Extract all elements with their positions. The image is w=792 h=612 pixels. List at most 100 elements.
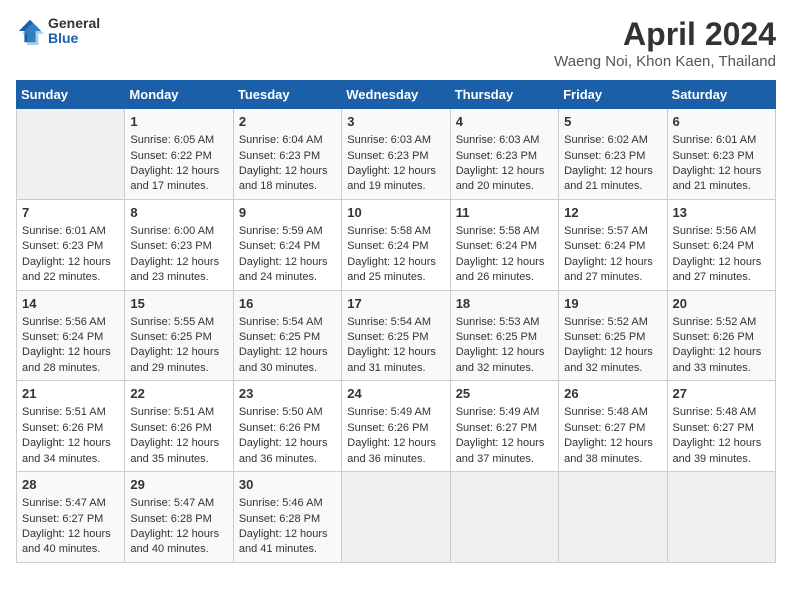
day-info: Daylight: 12 hours xyxy=(130,527,227,542)
day-info: Daylight: 12 hours xyxy=(239,527,336,542)
day-info: Sunrise: 5:53 AM xyxy=(456,315,553,330)
day-info: and 37 minutes. xyxy=(456,452,553,467)
day-number: 2 xyxy=(239,113,336,131)
day-info: Sunrise: 5:48 AM xyxy=(564,405,661,420)
day-number: 10 xyxy=(347,204,444,222)
logo-icon xyxy=(16,17,44,45)
calendar-cell: 2Sunrise: 6:04 AMSunset: 6:23 PMDaylight… xyxy=(233,109,341,200)
day-info: Sunrise: 5:59 AM xyxy=(239,224,336,239)
day-info: and 32 minutes. xyxy=(564,361,661,376)
day-info: Daylight: 12 hours xyxy=(456,164,553,179)
day-info: Sunset: 6:23 PM xyxy=(456,149,553,164)
day-info: Daylight: 12 hours xyxy=(22,255,119,270)
calendar-cell: 14Sunrise: 5:56 AMSunset: 6:24 PMDayligh… xyxy=(17,290,125,381)
logo: General Blue xyxy=(16,16,100,47)
day-info: and 20 minutes. xyxy=(456,179,553,194)
day-info: Sunrise: 6:01 AM xyxy=(22,224,119,239)
day-info: Daylight: 12 hours xyxy=(239,345,336,360)
day-info: Sunset: 6:23 PM xyxy=(239,149,336,164)
week-row-4: 28Sunrise: 5:47 AMSunset: 6:27 PMDayligh… xyxy=(17,472,776,563)
day-number: 17 xyxy=(347,295,444,313)
day-info: Daylight: 12 hours xyxy=(239,164,336,179)
calendar-cell: 21Sunrise: 5:51 AMSunset: 6:26 PMDayligh… xyxy=(17,381,125,472)
calendar-cell: 29Sunrise: 5:47 AMSunset: 6:28 PMDayligh… xyxy=(125,472,233,563)
day-info: Daylight: 12 hours xyxy=(456,436,553,451)
day-info: Sunset: 6:23 PM xyxy=(347,149,444,164)
day-info: and 21 minutes. xyxy=(564,179,661,194)
calendar-cell: 25Sunrise: 5:49 AMSunset: 6:27 PMDayligh… xyxy=(450,381,558,472)
day-info: and 39 minutes. xyxy=(673,452,770,467)
calendar-cell: 6Sunrise: 6:01 AMSunset: 6:23 PMDaylight… xyxy=(667,109,775,200)
day-info: Sunset: 6:24 PM xyxy=(239,239,336,254)
day-info: Daylight: 12 hours xyxy=(564,164,661,179)
day-info: Sunrise: 6:00 AM xyxy=(130,224,227,239)
calendar-cell: 16Sunrise: 5:54 AMSunset: 6:25 PMDayligh… xyxy=(233,290,341,381)
day-info: Sunset: 6:27 PM xyxy=(456,421,553,436)
week-row-2: 14Sunrise: 5:56 AMSunset: 6:24 PMDayligh… xyxy=(17,290,776,381)
day-info: Sunrise: 5:51 AM xyxy=(22,405,119,420)
calendar-cell: 18Sunrise: 5:53 AMSunset: 6:25 PMDayligh… xyxy=(450,290,558,381)
day-info: and 36 minutes. xyxy=(239,452,336,467)
day-info: Sunset: 6:23 PM xyxy=(22,239,119,254)
week-row-1: 7Sunrise: 6:01 AMSunset: 6:23 PMDaylight… xyxy=(17,199,776,290)
header-thursday: Thursday xyxy=(450,81,558,109)
day-info: Sunrise: 5:46 AM xyxy=(239,496,336,511)
day-info: Sunset: 6:26 PM xyxy=(22,421,119,436)
day-number: 4 xyxy=(456,113,553,131)
calendar-cell: 10Sunrise: 5:58 AMSunset: 6:24 PMDayligh… xyxy=(342,199,450,290)
day-info: and 21 minutes. xyxy=(673,179,770,194)
day-info: Sunrise: 5:54 AM xyxy=(239,315,336,330)
day-info: and 36 minutes. xyxy=(347,452,444,467)
day-info: Sunset: 6:28 PM xyxy=(239,512,336,527)
day-info: Sunset: 6:25 PM xyxy=(239,330,336,345)
day-info: and 30 minutes. xyxy=(239,361,336,376)
day-info: Daylight: 12 hours xyxy=(347,345,444,360)
calendar-cell: 7 Sunrise: 6:01 AMSunset: 6:23 PMDaylight… xyxy=(17,199,125,290)
day-info: Sunset: 6:27 PM xyxy=(22,512,119,527)
day-info: and 32 minutes. xyxy=(456,361,553,376)
header-friday: Friday xyxy=(559,81,667,109)
day-info: Sunset: 6:24 PM xyxy=(673,239,770,254)
day-info: Daylight: 12 hours xyxy=(130,255,227,270)
header-saturday: Saturday xyxy=(667,81,775,109)
day-info: and 25 minutes. xyxy=(347,270,444,285)
day-number: 9 xyxy=(239,204,336,222)
day-info: Sunrise: 5:49 AM xyxy=(456,405,553,420)
day-number: 1 xyxy=(130,113,227,131)
day-info: Daylight: 12 hours xyxy=(239,255,336,270)
day-info: and 38 minutes. xyxy=(564,452,661,467)
calendar-cell: 12Sunrise: 5:57 AMSunset: 6:24 PMDayligh… xyxy=(559,199,667,290)
calendar-cell xyxy=(667,472,775,563)
calendar-cell: 1Sunrise: 6:05 AMSunset: 6:22 PMDaylight… xyxy=(125,109,233,200)
day-info: Sunset: 6:26 PM xyxy=(347,421,444,436)
calendar-cell: 19Sunrise: 5:52 AMSunset: 6:25 PMDayligh… xyxy=(559,290,667,381)
day-info: and 17 minutes. xyxy=(130,179,227,194)
day-info: Sunset: 6:28 PM xyxy=(130,512,227,527)
day-number: 28 xyxy=(22,476,119,494)
day-info: Sunset: 6:27 PM xyxy=(564,421,661,436)
day-info: and 40 minutes. xyxy=(130,542,227,557)
day-info: Daylight: 12 hours xyxy=(22,345,119,360)
day-number: 21 xyxy=(22,385,119,403)
day-info: and 41 minutes. xyxy=(239,542,336,557)
day-info: Sunrise: 6:03 AM xyxy=(456,133,553,148)
day-number: 30 xyxy=(239,476,336,494)
logo-text: General Blue xyxy=(48,16,100,47)
day-number: 7 xyxy=(22,204,119,222)
day-info: Sunrise: 5:50 AM xyxy=(239,405,336,420)
calendar-cell: 4 Sunrise: 6:03 AMSunset: 6:23 PMDaylight… xyxy=(450,109,558,200)
calendar-cell xyxy=(17,109,125,200)
header-monday: Monday xyxy=(125,81,233,109)
day-number: 3 xyxy=(347,113,444,131)
day-info: Daylight: 12 hours xyxy=(130,164,227,179)
calendar-cell: 22Sunrise: 5:51 AMSunset: 6:26 PMDayligh… xyxy=(125,381,233,472)
day-info: Sunset: 6:26 PM xyxy=(130,421,227,436)
day-info: and 18 minutes. xyxy=(239,179,336,194)
week-row-0: 1Sunrise: 6:05 AMSunset: 6:22 PMDaylight… xyxy=(17,109,776,200)
day-info: Sunset: 6:25 PM xyxy=(564,330,661,345)
header-tuesday: Tuesday xyxy=(233,81,341,109)
day-info: and 27 minutes. xyxy=(564,270,661,285)
day-info: Sunset: 6:26 PM xyxy=(239,421,336,436)
day-info: Sunrise: 5:51 AM xyxy=(130,405,227,420)
day-info: Sunset: 6:24 PM xyxy=(456,239,553,254)
